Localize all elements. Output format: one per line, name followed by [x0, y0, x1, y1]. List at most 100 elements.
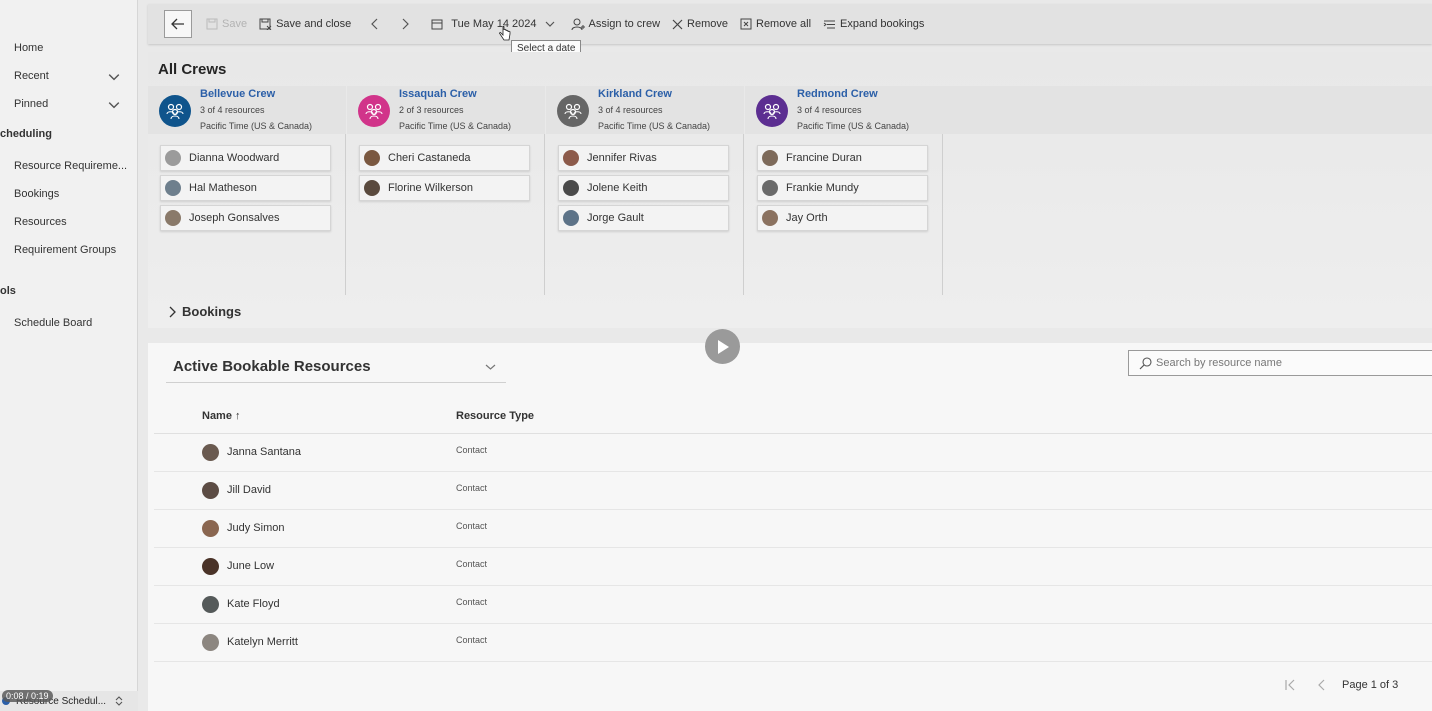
sidebar-section-tools: ols: [0, 285, 16, 297]
save-and-close-button[interactable]: Save and close: [259, 12, 351, 36]
table-row[interactable]: June Low Contact: [154, 548, 1432, 586]
resource-type: Contact: [456, 597, 488, 607]
bookings-label: Bookings: [182, 304, 242, 319]
crew-member-card[interactable]: Jay Orth: [757, 205, 928, 231]
crew-member-card[interactable]: Jorge Gault: [558, 205, 729, 231]
video-play-button[interactable]: [705, 329, 740, 364]
crew-member-card[interactable]: Dianna Woodward: [160, 145, 331, 171]
chevron-right-icon: [402, 18, 410, 30]
crew-resource-count: 3 of 4 resources: [200, 105, 265, 115]
avatar: [165, 210, 181, 226]
sidebar-item-resources[interactable]: Resources: [0, 211, 130, 233]
crew-member-card[interactable]: Florine Wilkerson: [359, 175, 530, 201]
avatar: [762, 150, 778, 166]
crew-member-name: Dianna Woodward: [189, 152, 280, 164]
chevron-left-icon: [371, 18, 378, 30]
avatar: [202, 596, 219, 613]
next-date-button[interactable]: [401, 12, 413, 36]
crew-member-name: Jennifer Rivas: [587, 152, 657, 164]
bookings-expander[interactable]: Bookings: [148, 295, 1432, 328]
avatar: [563, 150, 579, 166]
resource-type: Contact: [456, 483, 488, 493]
crew-member-name: Frankie Mundy: [786, 182, 859, 194]
crew-name-link[interactable]: Bellevue Crew: [200, 88, 275, 100]
back-button[interactable]: [164, 10, 192, 38]
previous-date-button[interactable]: [371, 12, 383, 36]
table-row[interactable]: Katelyn Merritt Contact: [154, 624, 1432, 662]
arrow-left-icon: [171, 18, 184, 30]
remove-label: Remove: [687, 18, 728, 30]
hand-cursor-icon: [499, 26, 511, 41]
crew-column-issaquah: Issaquah Crew 2 of 3 resources Pacific T…: [347, 86, 545, 295]
crew-member-card[interactable]: Hal Matheson: [160, 175, 331, 201]
sidebar-item-pinned[interactable]: Pinned: [0, 93, 130, 115]
sidebar-item-bookings[interactable]: Bookings: [0, 183, 130, 205]
assign-to-crew-button[interactable]: Assign to crew: [571, 12, 660, 36]
resource-name: Katelyn Merritt: [227, 636, 298, 648]
resource-name: Jill David: [227, 484, 272, 496]
crew-name-link[interactable]: Redmond Crew: [797, 88, 878, 100]
sidebar-item-label: Pinned: [14, 98, 49, 110]
crew-member-card[interactable]: Francine Duran: [757, 145, 928, 171]
sidebar-item-label: Bookings: [14, 188, 60, 200]
date-picker-button[interactable]: Tue May 14 2024: [431, 12, 558, 36]
crew-member-name: Jorge Gault: [587, 212, 644, 224]
chevron-down-icon: [108, 74, 120, 81]
sidebar-item-label: Requirement Groups: [14, 244, 117, 256]
search-input[interactable]: [1156, 357, 1426, 369]
avatar: [202, 634, 219, 651]
remove-all-button[interactable]: Remove all: [740, 12, 811, 36]
sidebar-item-label: Home: [14, 42, 44, 54]
search-icon: [1139, 356, 1152, 369]
sidebar-item-home[interactable]: Home: [0, 37, 130, 59]
remove-all-label: Remove all: [756, 18, 812, 30]
avatar: [364, 150, 380, 166]
crew-member-card[interactable]: Jennifer Rivas: [558, 145, 729, 171]
person-add-icon: [571, 18, 585, 30]
resource-type: Contact: [456, 521, 488, 531]
chevron-right-icon: [169, 306, 176, 317]
expand-bookings-button[interactable]: Expand bookings: [823, 12, 924, 36]
view-title: Active Bookable Resources: [173, 358, 371, 375]
crew-column-bellevue: Bellevue Crew 3 of 4 resources Pacific T…: [148, 86, 346, 295]
column-header-name[interactable]: Name ↑: [202, 410, 241, 422]
table-row[interactable]: Kate Floyd Contact: [154, 586, 1432, 624]
crew-member-card[interactable]: Jolene Keith: [558, 175, 729, 201]
all-crews-panel: All Crews Bellevue Crew 3 of 4 resources…: [148, 52, 1432, 328]
all-crews-title: All Crews: [158, 61, 227, 78]
table-row[interactable]: Judy Simon Contact: [154, 510, 1432, 548]
expand-list-icon: [823, 20, 836, 28]
crew-resource-count: 3 of 4 resources: [797, 105, 862, 115]
sidebar-item-resource-requirements[interactable]: Resource Requireme...: [0, 155, 130, 177]
crew-member-card[interactable]: Joseph Gonsalves: [160, 205, 331, 231]
sidebar-item-recent[interactable]: Recent: [0, 65, 130, 87]
crew-group-icon: [358, 95, 390, 127]
chevron-updown-icon: [115, 696, 123, 706]
command-bar: Save Save and close Tue May 14 2024 Assi…: [148, 4, 1432, 44]
sidebar-item-schedule-board[interactable]: Schedule Board: [0, 312, 130, 334]
resource-type: Contact: [456, 635, 488, 645]
view-selector[interactable]: Active Bookable Resources: [166, 351, 506, 383]
avatar: [165, 150, 181, 166]
crew-member-card[interactable]: Cheri Castaneda: [359, 145, 530, 171]
table-row[interactable]: Janna Santana Contact: [154, 434, 1432, 472]
video-timestamp: 0:08 / 0:19: [2, 690, 53, 702]
crew-group-icon: [159, 95, 191, 127]
avatar: [202, 482, 219, 499]
save-button[interactable]: Save: [206, 12, 247, 36]
first-page-button[interactable]: [1278, 679, 1302, 691]
crew-member-card[interactable]: Frankie Mundy: [757, 175, 928, 201]
crew-name-link[interactable]: Issaquah Crew: [399, 88, 477, 100]
table-row[interactable]: Jill David Contact: [154, 472, 1432, 510]
pager: Page 1 of 3: [1278, 679, 1398, 691]
resource-name: Janna Santana: [227, 446, 302, 458]
crew-member-name: Joseph Gonsalves: [189, 212, 280, 224]
previous-page-button[interactable]: [1310, 679, 1334, 691]
crew-name-link[interactable]: Kirkland Crew: [598, 88, 672, 100]
save-close-icon: [259, 18, 272, 30]
sidebar-item-requirement-groups[interactable]: Requirement Groups: [0, 239, 130, 261]
crew-member-name: Hal Matheson: [189, 182, 257, 194]
column-header-resource-type[interactable]: Resource Type: [456, 410, 534, 422]
remove-button[interactable]: Remove: [672, 12, 728, 36]
grid-header: Name ↑ Resource Type: [154, 398, 1432, 434]
